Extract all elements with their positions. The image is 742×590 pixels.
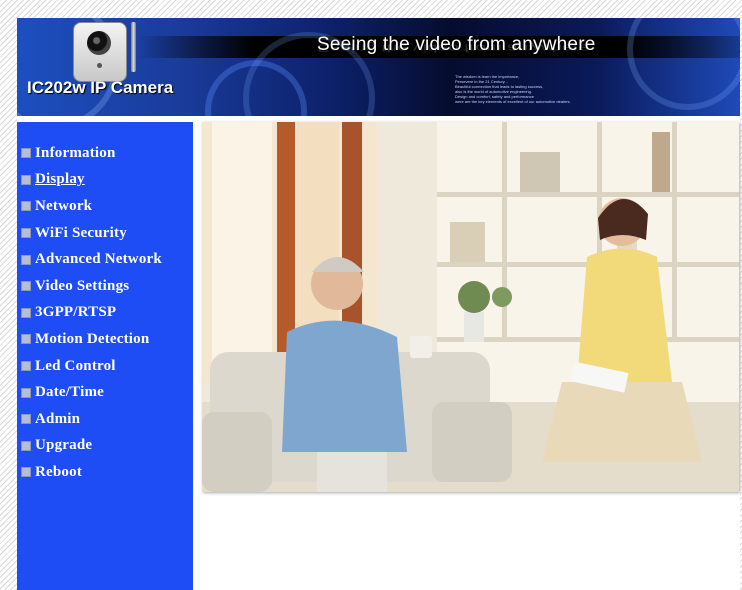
bullet-icon [21, 334, 31, 345]
bullet-icon [21, 228, 31, 239]
sidebar-item-label: Motion Detection [35, 330, 150, 347]
banner-small-line: were are the key elements of excellent o… [455, 99, 571, 104]
sidebar-item-network[interactable]: Network [21, 193, 193, 220]
sidebar-item-motion-detection[interactable]: Motion Detection [21, 326, 193, 353]
bullet-icon [21, 254, 31, 265]
sidebar-item-label: Date/Time [35, 384, 105, 401]
sidebar-item-information[interactable]: Information [21, 140, 193, 167]
sidebar-item-led-control[interactable]: Led Control [21, 353, 193, 380]
banner-slogan-reflection: Seeing the video from anywhere [317, 41, 590, 54]
sidebar-item-label: Led Control [35, 357, 116, 374]
sidebar-item-date-time[interactable]: Date/Time [21, 379, 193, 406]
sidebar-item-label: Reboot [35, 463, 83, 480]
bullet-icon [21, 148, 31, 159]
lifestyle-photo [202, 122, 739, 492]
sidebar-item-reboot[interactable]: Reboot [21, 459, 193, 486]
bullet-icon [21, 387, 31, 398]
sidebar-item-label: Admin [35, 410, 81, 427]
sidebar-item-wifi-security[interactable]: WiFi Security [21, 220, 193, 247]
brand-title: IC202w IP Camera [27, 78, 174, 97]
bullet-icon [21, 307, 31, 318]
ip-camera-logo-icon [73, 22, 127, 82]
sidebar-item-label: Network [35, 197, 93, 214]
antenna-icon [131, 22, 136, 72]
bullet-icon [21, 201, 31, 212]
photo-illustration [202, 122, 739, 492]
sidebar-item-3gpp-rtsp[interactable]: 3GPP/RTSP [21, 300, 193, 327]
bullet-icon [21, 281, 31, 292]
sidebar-item-video-settings[interactable]: Video Settings [21, 273, 193, 300]
camera-led [97, 63, 102, 68]
page: IC202w IP Camera Seeing the video from a… [17, 18, 740, 590]
bullet-icon [21, 361, 31, 372]
sidebar-item-label: Advanced Network [35, 251, 162, 268]
bullet-icon [21, 414, 31, 425]
sidebar-item-label: Upgrade [35, 437, 93, 454]
banner-decoration [627, 18, 740, 110]
sidebar-item-upgrade[interactable]: Upgrade [21, 433, 193, 460]
banner-small-text: The wisdom is learn the importance, Pers… [455, 74, 605, 104]
sidebar-item-advanced-network[interactable]: Advanced Network [21, 246, 193, 273]
sidebar-item-label: 3GPP/RTSP [35, 304, 117, 321]
sidebar-item-label: WiFi Security [35, 224, 127, 241]
sidebar-item-label: Display [35, 171, 85, 188]
sidebar-item-label: Video Settings [35, 277, 130, 294]
bullet-icon [21, 467, 31, 478]
header-banner: IC202w IP Camera Seeing the video from a… [17, 18, 740, 116]
sidebar-item-admin[interactable]: Admin [21, 406, 193, 433]
camera-lens [87, 31, 111, 55]
sidebar-item-display[interactable]: Display [21, 167, 193, 194]
bullet-icon [21, 440, 31, 451]
sidebar-nav: Information Display Network WiFi Securit… [17, 122, 193, 590]
bullet-icon [21, 174, 31, 185]
sidebar-item-label: Information [35, 144, 116, 161]
